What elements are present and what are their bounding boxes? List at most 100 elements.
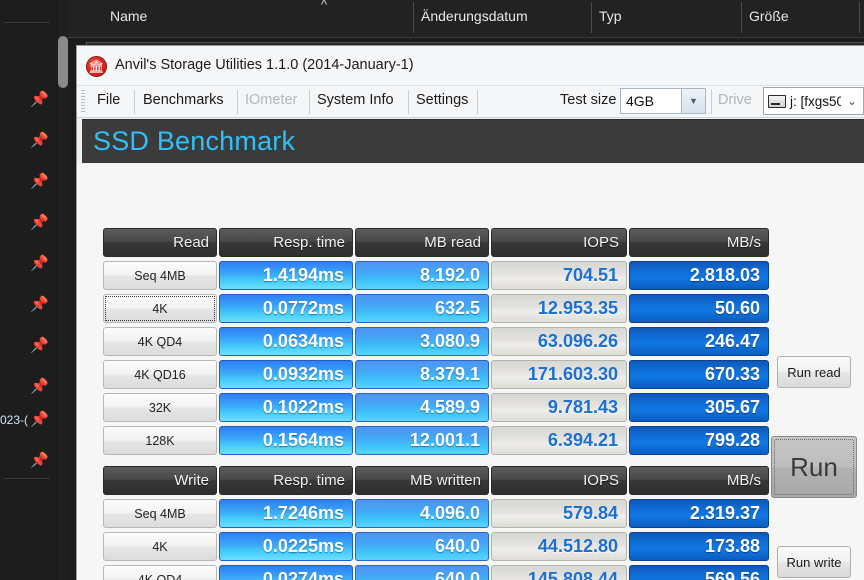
run-read-button[interactable]: Run read (777, 356, 851, 388)
drive-value: j: [fxgs500p] (790, 93, 841, 109)
write-iops: 145.808.44 (491, 565, 627, 580)
table-row: 32K 0.1022ms 4.589.9 9.781.43 305.67 (103, 391, 769, 424)
table-header-row: Read Resp. time MB read IOPS MB/s (103, 226, 769, 259)
menu-divider (477, 90, 478, 114)
read-resp-time: 0.0772ms (219, 294, 353, 323)
menu-item-file[interactable]: File (97, 92, 120, 108)
table-header-row: Write Resp. time MB written IOPS MB/s (103, 464, 769, 497)
write-iops: 579.84 (491, 499, 627, 528)
read-mb-read: 632.5 (355, 294, 489, 323)
write-mbs: 2.319.37 (629, 499, 769, 528)
read-iops: 12.953.35 (491, 294, 627, 323)
pin-icon[interactable]: 📌 (30, 256, 49, 272)
pin-icon[interactable]: 📌 (30, 453, 49, 469)
read-row-label[interactable]: 4K QD4 (103, 327, 217, 356)
read-row-label[interactable]: 32K (103, 393, 217, 422)
toolbar-grip-handle[interactable] (81, 90, 85, 114)
table-row: 4K 0.0772ms 632.5 12.953.35 50.60 (103, 292, 769, 325)
read-mbs: 246.47 (629, 327, 769, 356)
read-header-category[interactable]: Read (103, 228, 217, 257)
column-header-modified[interactable]: Änderungsdatum (421, 8, 528, 24)
write-resp-time: 0.0274ms (219, 565, 353, 580)
read-iops: 63.096.26 (491, 327, 627, 356)
pin-icon[interactable]: 📌 (30, 215, 49, 231)
read-iops: 704.51 (491, 261, 627, 290)
pin-icon[interactable]: 📌 (30, 297, 49, 313)
table-row: 4K QD4 0.0274ms 640.0 145.808.44 569.56 (103, 563, 769, 580)
test-size-dropdown[interactable]: 4GB ▼ (620, 88, 706, 114)
table-row: 4K QD16 0.0932ms 8.379.1 171.603.30 670.… (103, 358, 769, 391)
column-header-size[interactable]: Größe (749, 8, 789, 24)
write-resp-time: 0.0225ms (219, 532, 353, 561)
read-resp-time: 0.1022ms (219, 393, 353, 422)
pin-icon[interactable]: 📌 (30, 338, 49, 354)
menu-divider (309, 90, 310, 114)
run-write-button[interactable]: Run write (777, 546, 851, 578)
page-title: SSD Benchmark (93, 126, 296, 156)
column-divider[interactable] (413, 2, 414, 33)
table-row: 4K QD4 0.0634ms 3.080.9 63.096.26 246.47 (103, 325, 769, 358)
pin-icon[interactable]: 📌 (30, 133, 49, 149)
write-header-mb-written[interactable]: MB written (355, 466, 489, 495)
write-header-category[interactable]: Write (103, 466, 217, 495)
column-header-name[interactable]: Name (110, 8, 147, 24)
explorer-scrollbar-thumb[interactable] (58, 36, 68, 88)
window-title-bar[interactable]: 🏛 Anvil's Storage Utilities 1.1.0 (2014-… (77, 46, 864, 86)
read-mbs: 2.818.03 (629, 261, 769, 290)
menu-divider (237, 90, 238, 114)
read-header-mb-read[interactable]: MB read (355, 228, 489, 257)
table-row: 4K 0.0225ms 640.0 44.512.80 173.88 (103, 530, 769, 563)
write-iops: 44.512.80 (491, 532, 627, 561)
write-header-iops[interactable]: IOPS (491, 466, 627, 495)
read-mb-read: 8.192.0 (355, 261, 489, 290)
read-mb-read: 3.080.9 (355, 327, 489, 356)
anvil-app-icon: 🏛 (86, 56, 107, 77)
column-divider[interactable] (859, 2, 860, 33)
read-mbs: 799.28 (629, 426, 769, 455)
menu-item-settings[interactable]: Settings (416, 92, 468, 108)
chevron-down-icon[interactable]: ⌄ (841, 94, 863, 108)
read-header-resp-time[interactable]: Resp. time (219, 228, 353, 257)
write-row-label[interactable]: 4K (103, 532, 217, 561)
write-row-label[interactable]: Seq 4MB (103, 499, 217, 528)
menu-bar: File Benchmarks IOmeter System Info Sett… (77, 86, 864, 118)
pin-icon[interactable]: 📌 (30, 92, 49, 108)
write-mb-written: 640.0 (355, 565, 489, 580)
read-row-label[interactable]: 128K (103, 426, 217, 455)
write-header-mbs[interactable]: MB/s (629, 466, 769, 495)
explorer-left-rail: 📌 📌 📌 📌 📌 📌 📌 📌 📌 📌 023-( (0, 0, 58, 580)
rail-item-label: 023-( (0, 413, 29, 427)
read-row-label[interactable]: 4K QD16 (103, 360, 217, 389)
menu-item-benchmarks[interactable]: Benchmarks (143, 92, 224, 108)
pin-icon[interactable]: 📌 (30, 412, 49, 428)
table-row: Seq 4MB 1.4194ms 8.192.0 704.51 2.818.03 (103, 259, 769, 292)
explorer-column-header-bar: Name ^ Änderungsdatum Typ Größe (68, 0, 864, 37)
menu-divider (134, 90, 135, 114)
run-button[interactable]: Run (771, 436, 857, 498)
menu-item-iometer: IOmeter (245, 92, 298, 108)
read-resp-time: 0.0634ms (219, 327, 353, 356)
read-header-iops[interactable]: IOPS (491, 228, 627, 257)
write-mb-written: 4.096.0 (355, 499, 489, 528)
menu-divider (711, 90, 712, 114)
drive-dropdown[interactable]: j: [fxgs500p] ⌄ (763, 87, 864, 115)
column-header-type[interactable]: Typ (599, 8, 622, 24)
read-row-label[interactable]: 4K (103, 294, 217, 323)
pin-icon[interactable]: 📌 (30, 379, 49, 395)
column-divider[interactable] (741, 2, 742, 33)
menu-divider (408, 90, 409, 114)
write-row-label[interactable]: 4K QD4 (103, 565, 217, 580)
read-iops: 6.394.21 (491, 426, 627, 455)
write-resp-time: 1.7246ms (219, 499, 353, 528)
pin-icon[interactable]: 📌 (30, 174, 49, 190)
column-divider[interactable] (591, 2, 592, 33)
rail-divider-bottom (4, 478, 50, 479)
drive-icon (768, 94, 786, 108)
menu-item-system-info[interactable]: System Info (317, 92, 394, 108)
write-header-resp-time[interactable]: Resp. time (219, 466, 353, 495)
write-results-table: Write Resp. time MB written IOPS MB/s Se… (103, 464, 769, 580)
read-row-label[interactable]: Seq 4MB (103, 261, 217, 290)
read-header-mbs[interactable]: MB/s (629, 228, 769, 257)
drive-label: Drive (718, 92, 752, 108)
chevron-down-icon[interactable]: ▼ (681, 89, 705, 113)
